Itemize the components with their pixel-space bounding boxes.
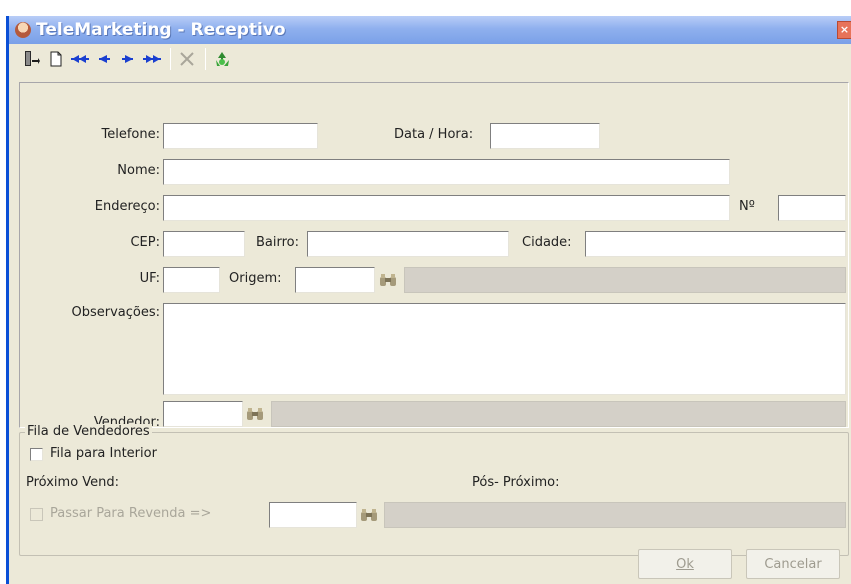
observacoes-textarea[interactable] [163,303,846,395]
binoculars-icon[interactable] [377,268,399,292]
data-hora-label: Data / Hora: [394,127,474,142]
vendedor-description [271,401,846,427]
bairro-label: Bairro: [256,235,300,250]
origem-label: Origem: [229,271,282,286]
pos-proximo-label: Pós- Próximo: [472,475,560,490]
origem-description [404,267,846,293]
customer-panel: Telefone: Data / Hora: Nome: Endereço: N… [19,82,849,430]
cancelar-button[interactable]: Cancelar [746,549,840,579]
new-document-icon[interactable] [45,48,67,70]
cep-field[interactable] [163,231,245,257]
endereco-field[interactable] [163,195,730,221]
toolbar-separator [205,48,206,70]
numero-label: Nº [739,199,755,214]
fila-vendedores-group: Fila de Vendedores Fila para Interior Pr… [19,424,849,556]
cep-label: CEP: [130,235,160,250]
data-hora-select[interactable] [490,123,600,149]
observacoes-label: Observações: [71,305,160,320]
close-button[interactable]: × [837,21,851,39]
window-title: TeleMarketing - Receptivo [36,20,286,40]
endereco-label: Endereço: [94,199,160,214]
nome-label: Nome: [117,163,160,178]
nome-field[interactable] [163,159,730,185]
delete-icon[interactable] [176,48,198,70]
telefone-label: Telefone: [101,127,161,142]
binoculars-icon[interactable] [358,503,380,527]
binoculars-icon[interactable] [244,402,266,426]
uf-select[interactable] [163,267,220,293]
toolbar-separator [170,48,171,70]
last-record-icon[interactable] [141,48,163,70]
app-icon [15,22,31,38]
first-record-icon[interactable] [69,48,91,70]
passar-revenda-checkbox[interactable] [30,508,43,521]
fila-vendedores-title: Fila de Vendedores [25,424,152,439]
ok-button-label: Ok [676,556,694,572]
numero-field[interactable] [778,195,846,221]
uf-label: UF: [139,271,160,286]
passar-revenda-label: Passar Para Revenda => [50,506,212,521]
cidade-label: Cidade: [522,235,572,250]
proximo-vend-label: Próximo Vend: [26,475,120,490]
ok-button[interactable]: Ok [638,549,732,579]
revenda-field[interactable] [269,502,357,528]
revenda-description [384,502,846,528]
next-record-icon[interactable] [117,48,139,70]
fila-interior-label: Fila para Interior [50,446,157,461]
exit-icon[interactable] [21,48,43,70]
vendedor-field[interactable] [163,401,243,427]
origem-field[interactable] [295,267,375,293]
cidade-field[interactable] [585,231,846,257]
title-bar[interactable]: TeleMarketing - Receptivo × [9,16,851,44]
bairro-field[interactable] [307,231,509,257]
recycle-icon[interactable] [211,48,233,70]
previous-record-icon[interactable] [93,48,115,70]
telefone-field[interactable] [163,123,318,149]
toolbar [9,44,851,74]
telemarketing-window: TeleMarketing - Receptivo × Telefone: Da… [6,16,851,584]
fila-interior-checkbox[interactable] [30,448,43,461]
